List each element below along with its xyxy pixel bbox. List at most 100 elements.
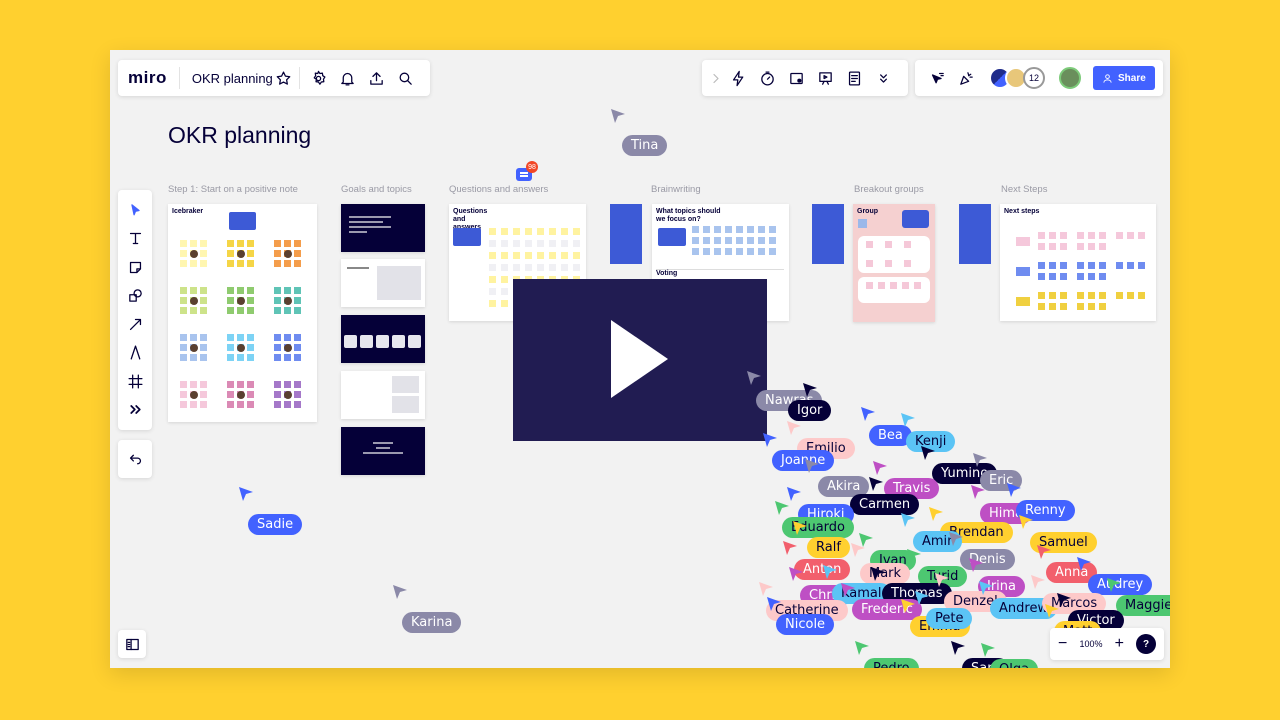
- sticky-note: [489, 300, 496, 307]
- sticky-note: [1138, 232, 1145, 239]
- lightning-icon[interactable]: [724, 64, 753, 92]
- cursor-filter-icon[interactable]: [923, 64, 952, 92]
- user-avatar[interactable]: [1059, 67, 1081, 89]
- sticky-note: [501, 288, 508, 295]
- cursor-arrow-icon: [787, 421, 801, 435]
- sticky-note: [1088, 303, 1095, 310]
- slide[interactable]: [341, 259, 425, 307]
- sticky-note: [1060, 303, 1067, 310]
- board-title[interactable]: OKR planning: [192, 71, 273, 86]
- sticky-note: [247, 260, 254, 267]
- frame-icon[interactable]: [121, 367, 150, 395]
- voting-title: Voting: [656, 270, 678, 277]
- upload-icon[interactable]: [362, 64, 391, 92]
- sticky-note: [180, 297, 187, 304]
- pen-icon[interactable]: [121, 339, 150, 367]
- more-icon[interactable]: [121, 396, 150, 424]
- text-icon[interactable]: [121, 225, 150, 253]
- sticky-note-icon[interactable]: [121, 253, 150, 281]
- cursor-arrow-icon: [1107, 578, 1121, 592]
- chevron-right-icon[interactable]: [708, 64, 724, 92]
- arrow-icon[interactable]: [121, 310, 150, 338]
- star-icon[interactable]: [273, 64, 295, 92]
- breakout-frame[interactable]: Group: [853, 204, 935, 322]
- slide[interactable]: [341, 427, 425, 475]
- sticky-note: [1016, 297, 1030, 306]
- cursor-label: Sadie: [248, 514, 303, 535]
- sticky-note: [247, 307, 254, 314]
- sticky-note: [1049, 232, 1056, 239]
- sticky-note: [1016, 267, 1030, 276]
- sticky-note: [501, 276, 508, 283]
- presentation-icon[interactable]: [811, 64, 840, 92]
- sticky-note: [725, 226, 732, 233]
- sticky-note: [1088, 262, 1095, 269]
- select-icon[interactable]: [121, 196, 150, 224]
- play-icon[interactable]: [611, 320, 668, 398]
- sticky-note: [501, 228, 508, 235]
- sticky-note: [489, 276, 496, 283]
- search-icon[interactable]: [391, 64, 420, 92]
- comment-button[interactable]: 98: [516, 161, 538, 181]
- cursor-arrow-icon: [239, 487, 253, 501]
- sticky-note: [1099, 303, 1106, 310]
- side-panel-toggle[interactable]: [118, 630, 146, 658]
- sticky-note: [284, 240, 291, 247]
- avatar: [237, 250, 245, 258]
- sticky-note: [1049, 292, 1056, 299]
- sticky-note: [1088, 292, 1095, 299]
- sticky-note: [180, 354, 187, 361]
- notes-icon[interactable]: [840, 64, 869, 92]
- zoom-out-button[interactable]: −: [1058, 635, 1067, 653]
- sticky-note: [190, 401, 197, 408]
- card-icon[interactable]: [782, 64, 811, 92]
- instruction-card[interactable]: [610, 204, 642, 264]
- sticky-note: [294, 260, 301, 267]
- slide[interactable]: [341, 315, 425, 363]
- sticky-note: [180, 391, 187, 398]
- cursor-arrow-icon: [921, 446, 935, 460]
- avatar: [190, 391, 198, 399]
- sticky-note: [747, 226, 754, 233]
- slide[interactable]: [341, 204, 425, 252]
- chevrons-down-icon[interactable]: [869, 64, 898, 92]
- instruction-card[interactable]: [959, 204, 991, 264]
- collaborator-avatars[interactable]: 12: [989, 67, 1045, 89]
- sticky-note: [237, 287, 244, 294]
- timer-icon[interactable]: [753, 64, 782, 92]
- undo-button[interactable]: [118, 440, 152, 478]
- next-steps-frame[interactable]: Next steps: [1000, 204, 1156, 321]
- shapes-icon[interactable]: [121, 282, 150, 310]
- miro-board[interactable]: miro OKR planning 12 Share OKR planning …: [110, 50, 1170, 668]
- sticky-note: [904, 260, 911, 267]
- icebreaker-frame[interactable]: Icebraker: [168, 204, 317, 422]
- miro-logo[interactable]: miro: [128, 68, 167, 88]
- collaborator-count[interactable]: 12: [1023, 67, 1045, 89]
- sticky-note: [885, 260, 892, 267]
- celebrate-icon[interactable]: [952, 64, 981, 92]
- sticky-note: [561, 228, 568, 235]
- zoom-level[interactable]: 100%: [1079, 639, 1102, 649]
- sticky-note: [200, 391, 207, 398]
- cursor-arrow-icon: [949, 532, 963, 546]
- bell-icon[interactable]: [333, 64, 362, 92]
- gear-icon[interactable]: [304, 64, 333, 92]
- sticky-note: [747, 237, 754, 244]
- sticky-note: [237, 381, 244, 388]
- slide[interactable]: [341, 371, 425, 419]
- cursor-arrow-icon: [611, 109, 625, 123]
- sticky-note: [1077, 262, 1084, 269]
- video-player[interactable]: [513, 279, 767, 441]
- help-button[interactable]: ?: [1136, 634, 1156, 654]
- share-button[interactable]: Share: [1093, 66, 1155, 90]
- sticky-note: [1088, 232, 1095, 239]
- sticky-note: [227, 260, 234, 267]
- sticky-note: [758, 248, 765, 255]
- sticky-note: [284, 401, 291, 408]
- sticky-note: [200, 354, 207, 361]
- zoom-in-button[interactable]: +: [1115, 635, 1124, 653]
- sticky-note: [200, 287, 207, 294]
- instruction-card[interactable]: [812, 204, 844, 264]
- sticky-note: [274, 354, 281, 361]
- sticky-note: [692, 237, 699, 244]
